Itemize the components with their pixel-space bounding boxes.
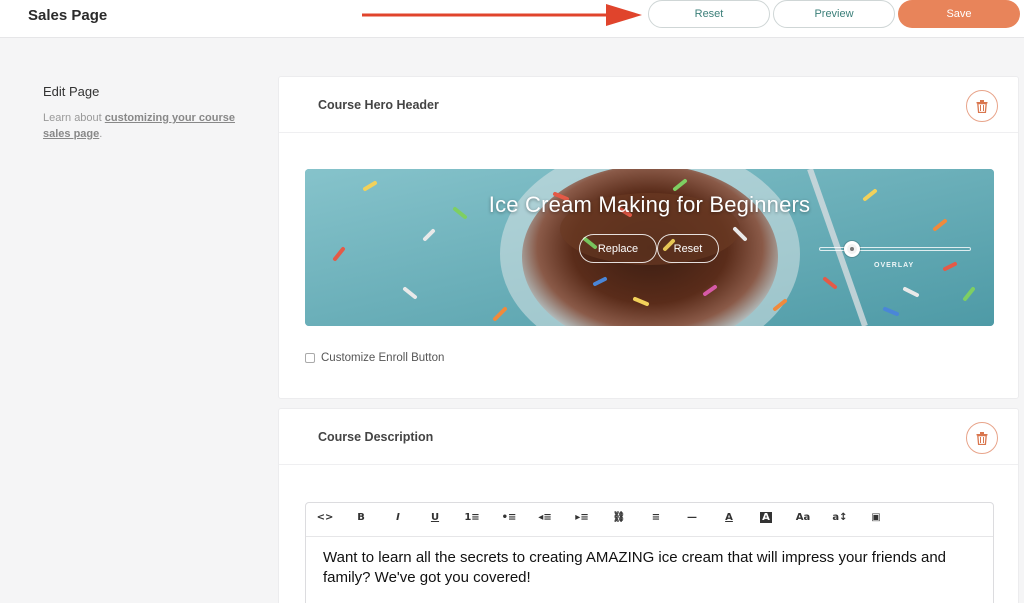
edit-page-help-text: Learn about customizing your course sale…	[43, 110, 258, 142]
top-bar: Sales Page Reset Preview Save	[0, 0, 1024, 38]
code-icon[interactable]: <>	[316, 512, 334, 523]
annotation-arrow	[362, 4, 642, 26]
hero-image: Ice Cream Making for Beginners Replace R…	[305, 169, 994, 326]
card-header: Course Hero Header	[279, 77, 1018, 133]
link-icon[interactable]: ⛓	[610, 512, 628, 523]
text-color-icon[interactable]: A	[720, 512, 738, 523]
page-title: Sales Page	[28, 7, 108, 24]
trash-icon	[976, 431, 988, 445]
reset-button[interactable]: Reset	[648, 0, 770, 28]
bold-icon[interactable]: B	[352, 512, 370, 523]
preview-button[interactable]: Preview	[773, 0, 895, 28]
course-hero-header-card: Course Hero Header Ice Cream Making for …	[278, 76, 1019, 399]
editor-toolbar: <> B I U 1≡ •≡ ◂≡ ▸≡ ⛓ ≡ — A A Aa a↕ ▣	[306, 503, 993, 537]
customize-enroll-option[interactable]: Customize Enroll Button	[305, 352, 444, 364]
align-left-icon[interactable]: ≡	[647, 512, 665, 523]
trash-icon	[976, 99, 988, 113]
highlight-icon[interactable]: A	[760, 512, 772, 523]
overlay-slider-track[interactable]	[819, 247, 971, 251]
overlay-label: OVERLAY	[874, 262, 915, 269]
hero-title[interactable]: Ice Cream Making for Beginners	[305, 192, 994, 218]
replace-image-button[interactable]: Replace	[579, 234, 657, 263]
underline-icon[interactable]: U	[426, 512, 444, 523]
help-text-prefix: Learn about	[43, 112, 105, 124]
indent-icon[interactable]: ▸≡	[573, 512, 591, 523]
ordered-list-icon[interactable]: 1≡	[463, 512, 481, 523]
bullet-list-icon[interactable]: •≡	[500, 512, 518, 523]
horizontal-rule-icon[interactable]: —	[683, 512, 701, 523]
customize-enroll-checkbox[interactable]	[305, 353, 315, 363]
delete-section-button[interactable]	[966, 422, 998, 454]
card-header: Course Description	[279, 409, 1018, 465]
customize-enroll-label: Customize Enroll Button	[321, 352, 445, 364]
card-title: Course Description	[318, 430, 434, 444]
delete-section-button[interactable]	[966, 90, 998, 122]
help-text-suffix: .	[99, 128, 103, 140]
image-icon[interactable]: ▣	[867, 512, 885, 523]
save-button[interactable]: Save	[898, 0, 1020, 28]
rich-text-editor[interactable]: <> B I U 1≡ •≡ ◂≡ ▸≡ ⛓ ≡ — A A Aa a↕ ▣ Want to learn al…	[305, 502, 994, 603]
outdent-icon[interactable]: ◂≡	[536, 512, 554, 523]
card-title: Course Hero Header	[318, 98, 439, 112]
italic-icon[interactable]: I	[389, 512, 407, 523]
font-size-icon[interactable]: Aa	[794, 512, 812, 523]
edit-page-heading: Edit Page	[43, 84, 100, 99]
line-height-icon[interactable]: a↕	[831, 512, 849, 523]
course-description-card: Course Description <> B I U 1≡ •≡ ◂≡ ▸≡ ⛓ ≡ — A A Aa a…	[278, 408, 1019, 603]
description-text[interactable]: Want to learn all the secrets to creatin…	[323, 548, 963, 588]
reset-image-button[interactable]: Reset	[657, 234, 719, 263]
